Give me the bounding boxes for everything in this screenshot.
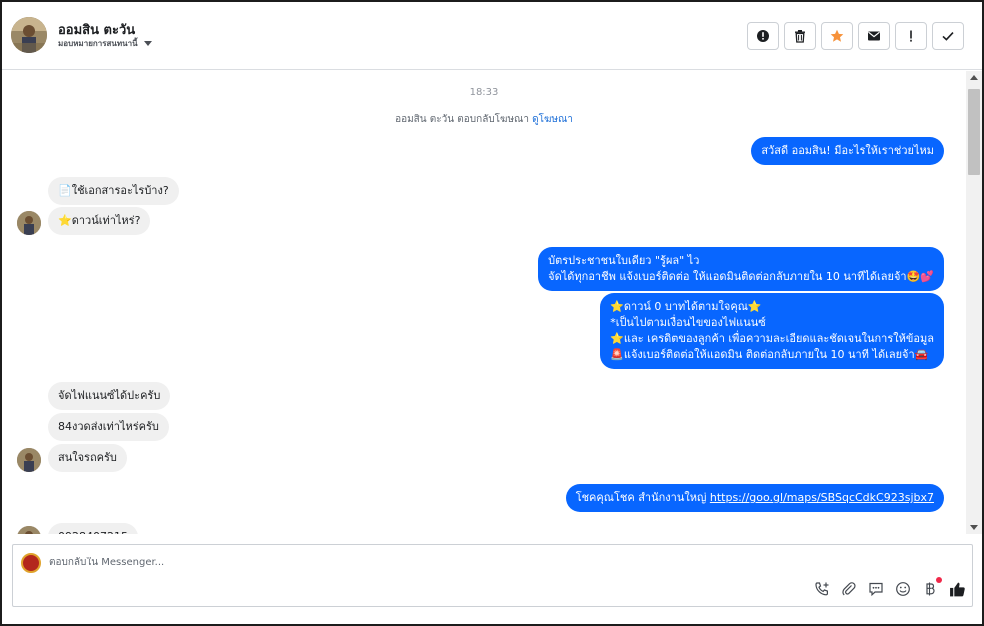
message-text: 84งวดส่งเท่าไหร่ครับ bbox=[58, 420, 159, 433]
header-actions bbox=[747, 22, 964, 50]
incoming-message[interactable]: สนใจรถครับ bbox=[48, 444, 127, 472]
thumbs-up-icon bbox=[949, 581, 966, 598]
outgoing-message[interactable]: ⭐ดาวน์ 0 บาทได้ตามใจคุณ⭐ *เป็นไปตามเงื่อ… bbox=[600, 293, 944, 369]
composer-toolbar bbox=[813, 577, 966, 598]
notification-dot bbox=[936, 577, 942, 583]
saved-replies-button[interactable] bbox=[867, 580, 885, 598]
mark-done-button[interactable] bbox=[932, 22, 964, 50]
star-icon bbox=[830, 29, 844, 43]
timestamp: 18:33 bbox=[469, 87, 499, 98]
call-button[interactable] bbox=[813, 580, 831, 598]
contact-avatar[interactable] bbox=[11, 17, 47, 53]
scroll-down-arrow-icon[interactable] bbox=[970, 525, 978, 530]
message-text: โชคคุณโชค สำนักงานใหญ่ bbox=[575, 491, 707, 504]
ad-reply-note: ออมสิน ตะวัน ตอบกลับโฆษณา ดูโฆษณา bbox=[2, 112, 966, 127]
payment-button[interactable] bbox=[921, 577, 942, 598]
message-text: 📄ใช้เอกสารอะไรบ้าง? bbox=[58, 184, 169, 197]
contact-avatar-small[interactable] bbox=[17, 448, 41, 472]
message-text: 0928407215 bbox=[58, 530, 128, 534]
chevron-down-icon bbox=[143, 41, 152, 46]
message-text-line: 🚨แจ้งเบอร์ติดต่อให้แอดมิน ติดต่อกลับภายใ… bbox=[610, 348, 929, 361]
send-like-button[interactable] bbox=[948, 580, 966, 598]
message-text-line: *เป็นไปตามเงื่อนไขของไฟแนนซ์ bbox=[610, 316, 766, 329]
assign-label: มอบหมายการสนทนานี้ bbox=[58, 39, 138, 48]
outgoing-message[interactable]: โชคคุณโชค สำนักงานใหญ่ https://goo.gl/ma… bbox=[565, 484, 944, 512]
view-ad-link[interactable]: ดูโฆษณา bbox=[532, 114, 573, 125]
check-icon bbox=[941, 29, 955, 43]
incoming-message[interactable]: 84งวดส่งเท่าไหร่ครับ bbox=[48, 413, 169, 441]
mark-unread-button[interactable] bbox=[858, 22, 890, 50]
incoming-message[interactable]: จัดไฟแนนซ์ได้ปะครับ bbox=[48, 382, 171, 410]
attach-button[interactable] bbox=[840, 580, 858, 598]
mark-spam-button[interactable] bbox=[747, 22, 779, 50]
message-text-line: ⭐ดาวน์ 0 บาทได้ตามใจคุณ⭐ bbox=[610, 300, 762, 313]
chat-bubble-icon bbox=[868, 581, 884, 597]
emoji-button[interactable] bbox=[894, 580, 912, 598]
incoming-message[interactable]: 📄ใช้เอกสารอะไรบ้าง? bbox=[48, 177, 179, 205]
delete-button[interactable] bbox=[784, 22, 816, 50]
trash-icon bbox=[793, 29, 807, 43]
reply-input[interactable] bbox=[49, 557, 749, 568]
report-button[interactable] bbox=[895, 22, 927, 50]
mail-icon bbox=[867, 29, 881, 43]
baht-icon bbox=[922, 581, 938, 597]
incoming-message[interactable]: 0928407215 bbox=[48, 523, 138, 534]
outgoing-message[interactable]: บัตรประชาชนใบเดียว "รู้ผล" ไว จัดได้ทุกอ… bbox=[538, 247, 944, 291]
message-list[interactable]: 18:33 ออมสิน ตะวัน ตอบกลับโฆษณา ดูโฆษณา … bbox=[2, 71, 966, 534]
message-text: สวัสดี ออมสิน! มีอะไรให้เราช่วยไหม bbox=[761, 144, 934, 157]
scrollbar-thumb[interactable] bbox=[968, 89, 980, 175]
message-text: สนใจรถครับ bbox=[58, 451, 117, 464]
contact-avatar-small[interactable] bbox=[17, 211, 41, 235]
message-text: จัดไฟแนนซ์ได้ปะครับ bbox=[58, 389, 161, 402]
reply-composer bbox=[12, 544, 973, 607]
page-avatar bbox=[21, 553, 41, 573]
message-scrollbar[interactable] bbox=[966, 71, 982, 534]
messenger-conversation-window: ออมสิน ตะวัน มอบหมายการสนทนานี้ 18:33 ออ… bbox=[0, 0, 984, 626]
assign-conversation-dropdown[interactable]: มอบหมายการสนทนานี้ bbox=[58, 37, 152, 50]
outgoing-message[interactable]: สวัสดี ออมสิน! มีอะไรให้เราช่วยไหม bbox=[751, 137, 944, 165]
exclamation-icon bbox=[904, 29, 918, 43]
smiley-icon bbox=[895, 581, 911, 597]
incoming-message[interactable]: ⭐ดาวน์เท่าไหร่? bbox=[48, 207, 151, 235]
star-button[interactable] bbox=[821, 22, 853, 50]
conversation-header: ออมสิน ตะวัน มอบหมายการสนทนานี้ bbox=[2, 2, 982, 70]
message-text: ⭐ดาวน์เท่าไหร่? bbox=[58, 214, 141, 227]
phone-add-icon bbox=[814, 581, 830, 597]
alert-circle-icon bbox=[756, 29, 770, 43]
contact-avatar-small[interactable] bbox=[17, 526, 41, 534]
scroll-up-arrow-icon[interactable] bbox=[970, 75, 978, 80]
message-text-line: ⭐และ เครดิตของลูกค้า เพื่อความละเอียดและ… bbox=[610, 332, 934, 345]
message-text-line: บัตรประชาชนใบเดียว "รู้ผล" ไว bbox=[548, 254, 700, 267]
maps-link[interactable]: https://goo.gl/maps/SBSqcCdkC923sjbx7 bbox=[710, 491, 934, 504]
ad-reply-text: ออมสิน ตะวัน ตอบกลับโฆษณา bbox=[395, 114, 529, 125]
message-text-line: จัดได้ทุกอาชีพ แจ้งเบอร์ติดต่อ ให้แอดมิน… bbox=[548, 270, 934, 283]
paperclip-icon bbox=[841, 581, 857, 597]
